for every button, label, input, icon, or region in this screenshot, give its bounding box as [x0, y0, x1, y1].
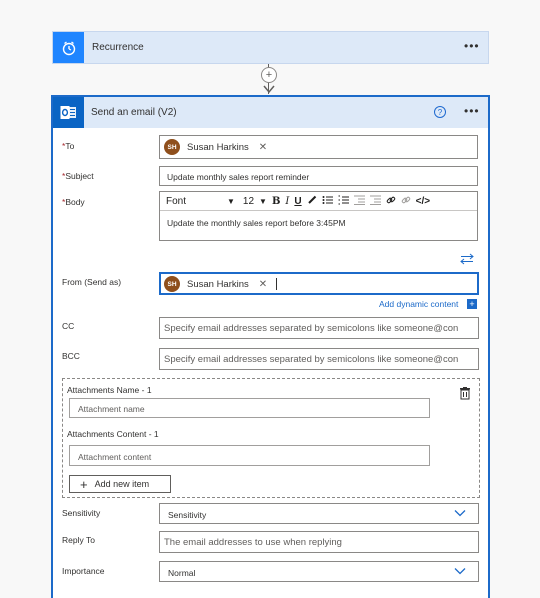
numbered-list-icon[interactable] — [338, 195, 349, 208]
clock-icon — [53, 32, 84, 63]
remove-sender-icon[interactable]: ✕ — [259, 279, 267, 290]
body-label: *Body — [62, 197, 85, 207]
add-new-item-label: Add new item — [94, 479, 150, 489]
italic-button[interactable]: I — [285, 196, 289, 207]
to-field[interactable]: SH Susan Harkins ✕ — [159, 135, 478, 159]
send-email-header[interactable]: Send an email (V2) ? ••• — [53, 97, 488, 128]
switch-input-mode-icon[interactable] — [460, 253, 474, 267]
recurrence-more-button[interactable]: ••• — [464, 39, 480, 53]
cc-placeholder: Specify email addresses separated by sem… — [164, 323, 459, 334]
sensitivity-label: Sensitivity — [62, 508, 101, 518]
bcc-label: BCC — [62, 351, 80, 361]
chevron-down-icon — [454, 567, 466, 577]
remove-recipient-icon[interactable]: ✕ — [259, 142, 267, 153]
body-label-text: Body — [65, 197, 85, 207]
outlook-icon — [53, 97, 84, 128]
subject-label: *Subject — [62, 171, 94, 181]
recurrence-title: Recurrence — [92, 42, 144, 53]
reply-to-label: Reply To — [62, 535, 95, 545]
importance-select[interactable]: Normal — [159, 561, 479, 582]
recipient-chip[interactable]: SH Susan Harkins ✕ — [164, 138, 267, 156]
font-size-dropdown-icon[interactable]: ▼ — [259, 197, 267, 206]
add-dynamic-content-icon[interactable]: + — [467, 299, 477, 309]
attachment-name-field[interactable]: Attachment name — [69, 398, 430, 418]
sender-name: Susan Harkins — [187, 278, 249, 290]
reply-to-placeholder: The email addresses to use when replying — [164, 537, 342, 548]
send-email-more-button[interactable]: ••• — [464, 104, 480, 118]
subject-label-text: Subject — [65, 171, 94, 181]
importance-value: Normal — [168, 568, 196, 578]
from-label: From (Send as) — [62, 277, 122, 287]
cc-label: CC — [62, 321, 75, 331]
subject-value: Update monthly sales report reminder — [167, 172, 310, 182]
font-family-select[interactable]: Font — [166, 196, 222, 207]
bold-button[interactable]: B — [272, 196, 280, 207]
attachment-content-field[interactable]: Attachment content — [69, 445, 430, 466]
reply-to-field[interactable]: The email addresses to use when replying — [159, 531, 479, 553]
cc-field[interactable]: Specify email addresses separated by sem… — [159, 317, 479, 339]
bullet-list-icon[interactable] — [322, 195, 333, 208]
avatar: SH — [164, 276, 180, 292]
bcc-field[interactable]: Specify email addresses separated by sem… — [159, 348, 479, 370]
recurrence-card[interactable]: Recurrence ••• — [52, 31, 489, 64]
font-dropdown-icon[interactable]: ▼ — [227, 197, 235, 206]
from-field[interactable]: SH Susan Harkins ✕ — [159, 272, 479, 295]
bcc-placeholder: Specify email addresses separated by sem… — [164, 354, 459, 365]
avatar: SH — [164, 139, 180, 155]
sensitivity-value: Sensitivity — [168, 510, 207, 520]
send-email-title: Send an email (V2) — [91, 107, 177, 118]
link-icon[interactable] — [386, 195, 396, 208]
attachment-content-label: Attachments Content - 1 — [67, 429, 159, 439]
body-toolbar: Font ▼ 12 ▼ B I U </> — [166, 195, 435, 208]
attachments-group: Attachments Name - 1 Attachment name Att… — [62, 378, 480, 498]
sensitivity-select[interactable]: Sensitivity — [159, 503, 479, 524]
code-view-icon[interactable]: </> — [416, 196, 430, 207]
help-icon[interactable]: ? — [434, 106, 446, 118]
text-cursor — [276, 278, 278, 290]
sender-chip[interactable]: SH Susan Harkins ✕ — [164, 275, 278, 293]
to-label: *To — [62, 141, 74, 151]
attachment-content-placeholder: Attachment content — [78, 452, 152, 462]
attachment-name-placeholder: Attachment name — [78, 404, 145, 414]
font-size-select[interactable]: 12 — [243, 196, 254, 207]
attachment-name-label: Attachments Name - 1 — [67, 385, 152, 395]
body-value: Update the monthly sales report before 3… — [167, 218, 346, 228]
recipient-name: Susan Harkins — [187, 141, 249, 153]
outdent-icon[interactable] — [353, 195, 365, 208]
toolbar-divider — [160, 210, 477, 211]
indent-icon[interactable] — [369, 195, 381, 208]
delete-attachment-icon[interactable] — [459, 387, 471, 402]
subject-field[interactable]: Update monthly sales report reminder — [159, 166, 478, 186]
add-new-item-button[interactable]: + Add new item — [69, 475, 171, 493]
plus-icon: + — [80, 476, 88, 492]
importance-label: Importance — [62, 566, 105, 576]
add-dynamic-content-link[interactable]: Add dynamic content — [379, 299, 458, 309]
send-email-card: Send an email (V2) ? ••• *To SH Susan Ha… — [51, 95, 490, 598]
chevron-down-icon — [454, 509, 466, 519]
pen-icon[interactable] — [307, 195, 317, 208]
insert-step-button[interactable]: + — [261, 67, 277, 83]
body-editor[interactable]: Font ▼ 12 ▼ B I U </> Update the monthly… — [159, 191, 478, 241]
to-label-text: To — [65, 141, 75, 151]
arrow-down-icon — [263, 85, 275, 94]
underline-button[interactable]: U — [294, 196, 301, 207]
unlink-icon[interactable] — [401, 195, 411, 208]
